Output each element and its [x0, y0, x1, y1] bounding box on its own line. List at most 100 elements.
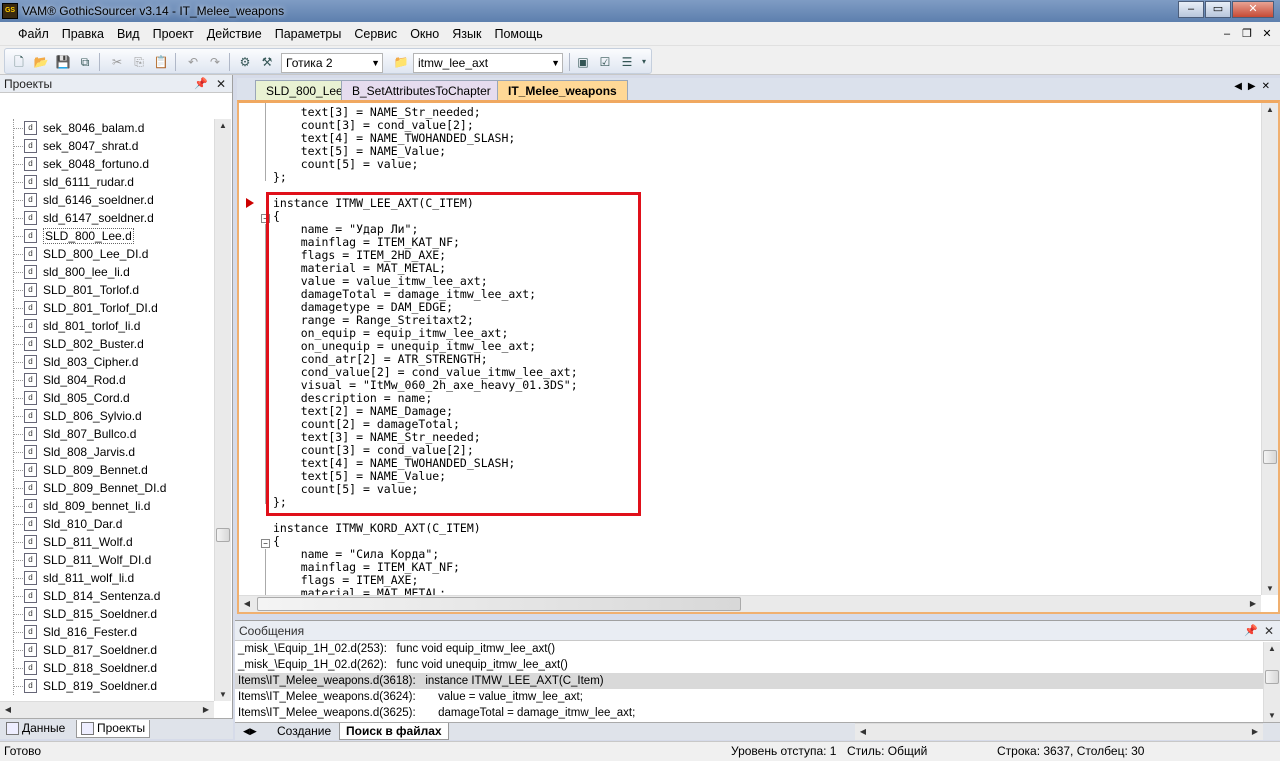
tab-sld-800-lee[interactable]: SLD_800_Lee — [255, 80, 354, 100]
list-item[interactable]: d SLD_811_Wolf_DI.d — [0, 551, 214, 569]
tab-scroll-icon[interactable]: ◀▶ — [237, 723, 263, 740]
list-icon[interactable]: ☰ — [619, 54, 635, 70]
close-icon[interactable]: ✕ — [1264, 621, 1274, 641]
scroll-left-icon[interactable]: ◀ — [239, 599, 255, 608]
menu-help[interactable]: Помощь — [494, 27, 542, 41]
cut-icon[interactable]: ✂ — [109, 54, 125, 70]
code-line[interactable]: instance ITMW_KORD_AXT(C_ITEM) — [273, 522, 1263, 535]
list-item[interactable]: d Sld_804_Rod.d — [0, 371, 214, 389]
tab-it-melee-weapons[interactable]: IT_Melee_weapons — [497, 80, 628, 100]
save-icon[interactable]: 💾 — [55, 54, 71, 70]
pin-icon[interactable]: 📌 — [194, 75, 208, 93]
list-item[interactable]: d Sld_805_Cord.d — [0, 389, 214, 407]
list-item[interactable]: d sek_8047_shrat.d — [0, 137, 214, 155]
window-icon[interactable]: ▣ — [575, 54, 591, 70]
list-item[interactable]: d sld_6146_soeldner.d — [0, 191, 214, 209]
message-row[interactable]: Items\IT_Melee_weapons.d(3625): damageTo… — [235, 705, 1263, 721]
undo-icon[interactable]: ↶ — [185, 54, 201, 70]
menu-language[interactable]: Язык — [452, 27, 481, 41]
menu-project[interactable]: Проект — [153, 27, 194, 41]
symbol-select[interactable]: itmw_lee_axt ▼ — [413, 53, 563, 73]
compile-icon[interactable]: ⚙ — [237, 54, 253, 70]
list-item[interactable]: d sek_8048_fortuno.d — [0, 155, 214, 173]
list-item[interactable]: d sld_6111_rudar.d — [0, 173, 214, 191]
game-select[interactable]: Готика 2 ▼ — [281, 53, 383, 73]
menu-tools[interactable]: Сервис — [354, 27, 397, 41]
scroll-up-icon[interactable]: ▲ — [215, 121, 231, 130]
messages-scrollbar[interactable]: ▲ ▼ — [1263, 642, 1280, 722]
list-item[interactable]: d SLD_801_Torlof_DI.d — [0, 299, 214, 317]
file-tree-hscrollbar[interactable]: ◀ ▶ — [0, 701, 214, 718]
code-line[interactable]: material = MAT_METAL; — [273, 587, 1263, 596]
tab-build[interactable]: Создание — [271, 723, 337, 740]
message-row[interactable]: _misk_\Equip_1H_02.d(262): func void une… — [235, 657, 1263, 673]
editor-hscrollbar[interactable]: ◀ ▶ — [239, 595, 1261, 612]
list-item[interactable]: d SLD_801_Torlof.d — [0, 281, 214, 299]
scroll-thumb[interactable] — [216, 528, 230, 542]
message-row[interactable]: _misk_\Equip_1H_02.d(253): func void equ… — [235, 641, 1263, 657]
list-item[interactable]: d sld_6147_soeldner.d — [0, 209, 214, 227]
close-icon[interactable]: ✕ — [216, 75, 226, 93]
scroll-down-icon[interactable]: ▼ — [1264, 711, 1280, 720]
list-item[interactable]: d SLD_800_Lee.d — [0, 227, 214, 245]
tab-nav-icons[interactable]: ◀▶✕ — [1234, 81, 1276, 92]
code-line[interactable]: }; — [273, 171, 1263, 184]
scroll-thumb[interactable] — [1265, 670, 1279, 684]
scroll-down-icon[interactable]: ▼ — [215, 690, 231, 699]
list-item[interactable]: d Sld_816_Fester.d — [0, 623, 214, 641]
scroll-right-icon[interactable]: ▶ — [198, 705, 214, 714]
scroll-left-icon[interactable]: ◀ — [855, 727, 871, 736]
scroll-up-icon[interactable]: ▲ — [1262, 105, 1278, 114]
message-row[interactable]: Items\IT_Melee_weapons.d(3618): instance… — [235, 673, 1263, 689]
menu-edit[interactable]: Правка — [62, 27, 104, 41]
pin-icon[interactable]: 📌 — [1244, 621, 1258, 641]
tab-b-setattributestochapter[interactable]: B_SetAttributesToChapter — [341, 80, 502, 100]
menu-action[interactable]: Действие — [207, 27, 262, 41]
paste-icon[interactable]: 📋 — [153, 54, 169, 70]
minimize-button[interactable]: – — [1178, 1, 1204, 18]
list-item[interactable]: d SLD_818_Soeldner.d — [0, 659, 214, 677]
save-all-icon[interactable]: ⧉ — [77, 54, 93, 70]
list-item[interactable]: d sld_800_lee_li.d — [0, 263, 214, 281]
mdi-restore-icon[interactable]: ❐ — [1238, 26, 1256, 42]
list-item[interactable]: d SLD_800_Lee_DI.d — [0, 245, 214, 263]
mdi-close-icon[interactable]: ✕ — [1258, 26, 1276, 42]
list-item[interactable]: d sld_809_bennet_li.d — [0, 497, 214, 515]
new-file-icon[interactable]: 🗋 — [11, 54, 27, 70]
list-item[interactable]: d Sld_807_Bullco.d — [0, 425, 214, 443]
list-item[interactable]: d SLD_811_Wolf.d — [0, 533, 214, 551]
scroll-right-icon[interactable]: ▶ — [1245, 599, 1261, 608]
tab-projects[interactable]: Проекты — [76, 720, 151, 738]
menu-view[interactable]: Вид — [117, 27, 140, 41]
scroll-thumb[interactable] — [257, 597, 741, 611]
mdi-minimize-icon[interactable]: – — [1218, 26, 1236, 42]
list-item[interactable]: d SLD_806_Sylvio.d — [0, 407, 214, 425]
list-item[interactable]: d SLD_817_Soeldner.d — [0, 641, 214, 659]
code-line[interactable]: text[5] = NAME_Value; — [273, 145, 1263, 158]
tab-find-in-files[interactable]: Поиск в файлах — [339, 723, 449, 740]
list-item[interactable]: d Sld_808_Jarvis.d — [0, 443, 214, 461]
list-item[interactable]: d SLD_814_Sentenza.d — [0, 587, 214, 605]
scroll-down-icon[interactable]: ▼ — [1262, 584, 1278, 593]
redo-icon[interactable]: ↷ — [207, 54, 223, 70]
open-folder-icon[interactable]: 📂 — [33, 54, 49, 70]
menu-options[interactable]: Параметры — [275, 27, 342, 41]
scroll-left-icon[interactable]: ◀ — [0, 705, 16, 714]
scroll-right-icon[interactable]: ▶ — [1247, 727, 1263, 736]
list-item[interactable]: d SLD_802_Buster.d — [0, 335, 214, 353]
build-all-icon[interactable]: ⚒ — [259, 54, 275, 70]
list-item[interactable]: d sek_8046_balam.d — [0, 119, 214, 137]
list-item[interactable]: d Sld_803_Cipher.d — [0, 353, 214, 371]
copy-icon[interactable]: ⎘ — [131, 54, 147, 70]
list-item[interactable]: d SLD_819_Soeldner.d — [0, 677, 214, 695]
scroll-thumb[interactable] — [1263, 450, 1277, 464]
menu-file[interactable]: Файл — [18, 27, 49, 41]
tab-data[interactable]: Данные — [2, 720, 69, 738]
editor-vscrollbar[interactable]: ▲ ▼ — [1261, 103, 1278, 595]
list-item[interactable]: d sld_801_torlof_li.d — [0, 317, 214, 335]
fold-toggle-icon[interactable]: − — [261, 539, 270, 548]
code-line[interactable]: mainflag = ITEM_KAT_NF; — [273, 561, 1263, 574]
list-item[interactable]: d SLD_809_Bennet_DI.d — [0, 479, 214, 497]
file-tree-scrollbar[interactable]: ▲ ▼ — [214, 119, 231, 701]
code-line[interactable]: count[5] = value; — [273, 158, 1263, 171]
